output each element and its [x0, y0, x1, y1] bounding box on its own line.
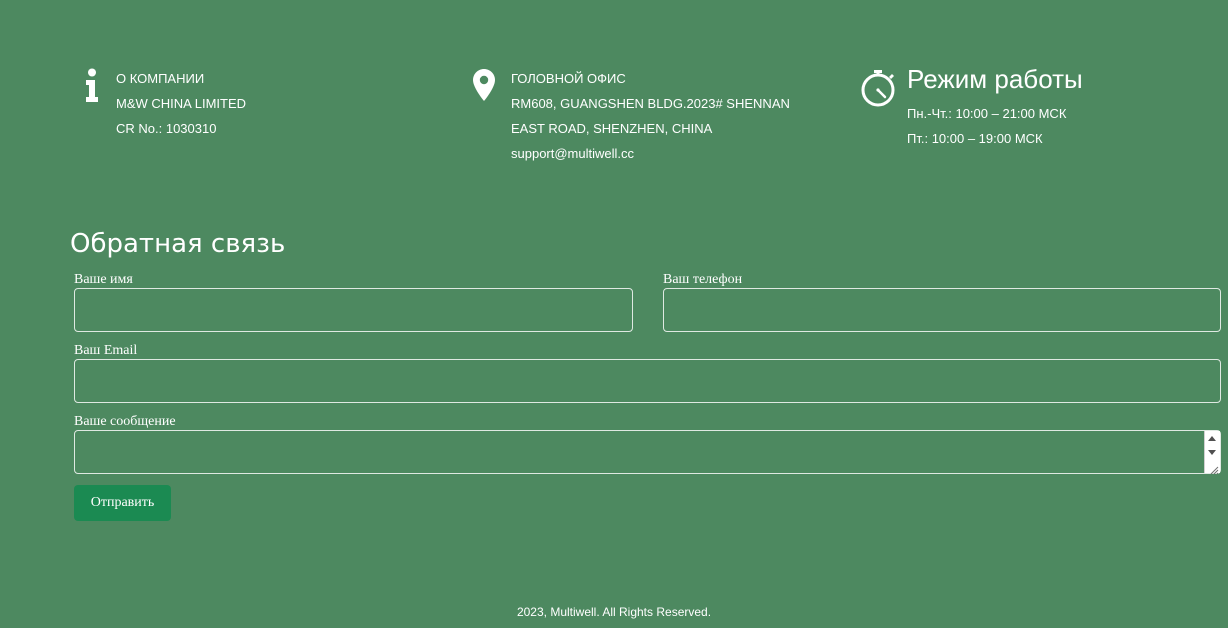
company-name: M&W CHINA LIMITED	[116, 96, 247, 111]
name-label: Ваше имя	[74, 272, 133, 287]
office-address-line-2: EAST ROAD, SHENZHEN, CHINA	[511, 121, 713, 136]
phone-label: Ваш телефон	[663, 272, 743, 287]
hours-mon-thu: Пн.-Чт.: 10:00 – 21:00 МСК	[907, 106, 1067, 121]
location-pin-icon	[470, 68, 498, 104]
message-label: Ваше сообщение	[74, 414, 176, 429]
working-hours-title: Режим работы	[907, 64, 1083, 94]
office-heading: ГОЛОВНОЙ ОФИС	[511, 71, 626, 86]
message-textarea[interactable]	[74, 430, 1221, 474]
message-scrollbar[interactable]	[1204, 431, 1220, 475]
contact-info-section: О КОМПАНИИ M&W CHINA LIMITED CR No.: 103…	[0, 0, 1228, 190]
hours-fri: Пт.: 10:00 – 19:00 МСК	[907, 131, 1043, 146]
scroll-down-arrow-icon[interactable]	[1208, 450, 1216, 455]
office-info-text: ГОЛОВНОЙ ОФИС RM608, GUANGSHEN BLDG.2023…	[511, 66, 790, 166]
scroll-up-arrow-icon[interactable]	[1208, 436, 1216, 441]
working-hours-text: Режим работы Пн.-Чт.: 10:00 – 21:00 МСК …	[907, 64, 1083, 151]
phone-input[interactable]	[663, 288, 1221, 332]
company-registration: CR No.: 1030310	[116, 121, 217, 136]
company-heading: О КОМПАНИИ	[116, 71, 205, 86]
submit-button[interactable]: Отправить	[74, 485, 171, 521]
stopwatch-icon	[860, 68, 898, 108]
resize-grip-icon[interactable]	[1209, 462, 1219, 475]
office-address-line-1: RM608, GUANGSHEN BLDG.2023# SHENNAN	[511, 96, 790, 111]
footer-copyright: 2023, Multiwell. All Rights Reserved.	[516, 605, 712, 619]
support-email[interactable]: support@multiwell.cc	[511, 141, 790, 166]
company-info-text: О КОМПАНИИ M&W CHINA LIMITED CR No.: 103…	[116, 66, 246, 141]
info-icon	[78, 68, 106, 104]
email-label: Ваш Email	[74, 343, 138, 358]
name-input[interactable]	[74, 288, 633, 332]
email-input[interactable]	[74, 359, 1221, 403]
feedback-form-title: Обратная связь	[70, 229, 286, 259]
